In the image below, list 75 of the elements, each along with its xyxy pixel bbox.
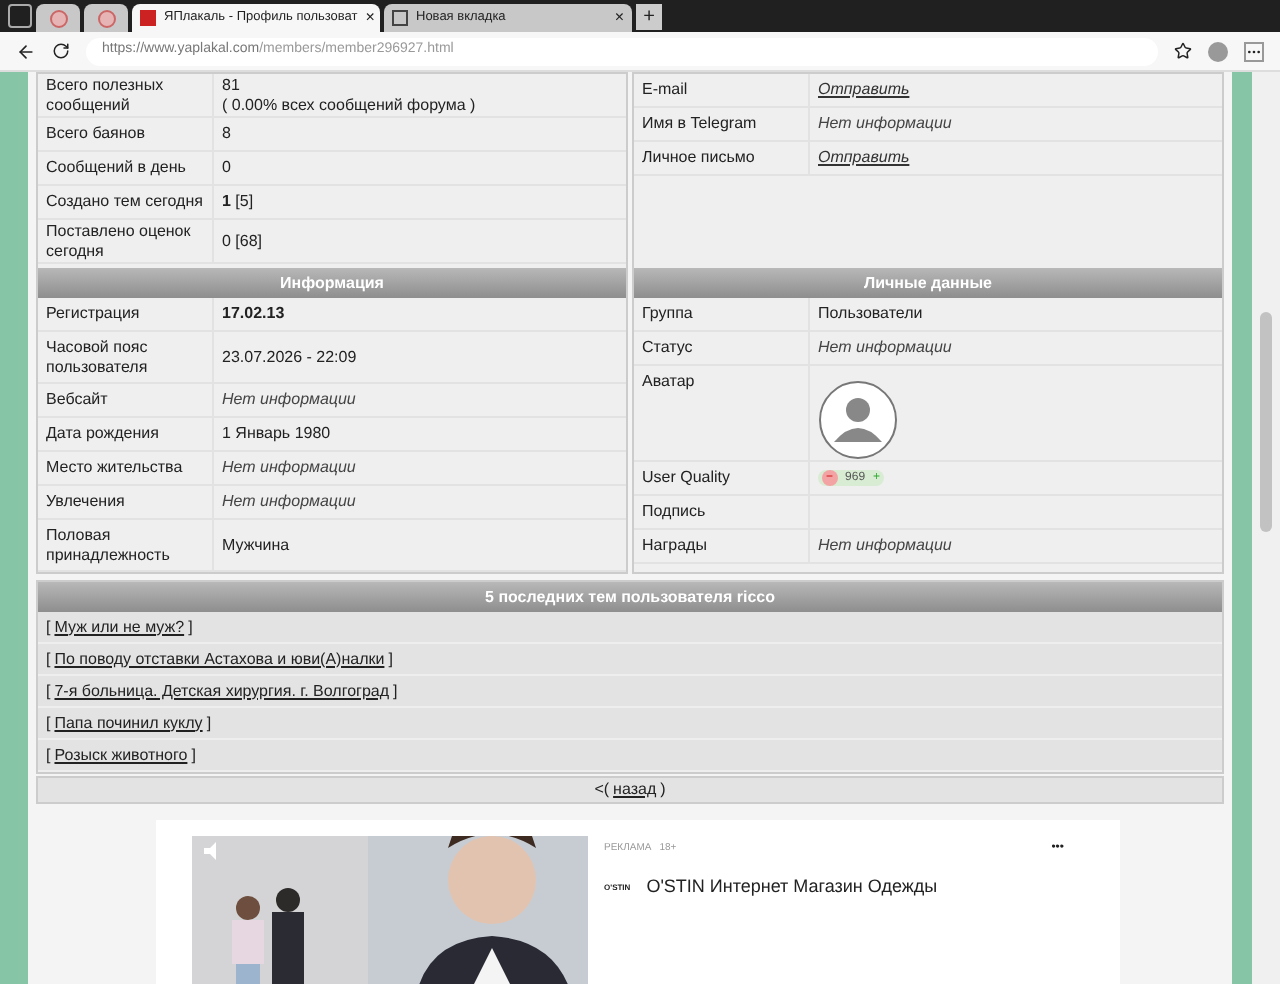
value-text: 1 Январь 1980	[222, 422, 331, 446]
field-label: Всего полезных сообщений	[46, 75, 166, 115]
send-link[interactable]: Отправить	[818, 78, 910, 102]
back-icon[interactable]	[16, 41, 36, 61]
field-label: Сообщений в день	[46, 158, 186, 178]
value-text: 8	[222, 124, 231, 144]
field-label: Вебсайт	[46, 390, 108, 410]
field-label: Часовой пояс пользователя	[46, 337, 150, 377]
bracket-text: [	[46, 711, 51, 735]
bracket-text: ]	[191, 743, 196, 767]
avatar-icon	[818, 380, 898, 460]
field-label: Аватар	[642, 372, 695, 392]
topic-link[interactable]: Папа починил куклу	[54, 711, 203, 735]
section-header: Информация	[38, 268, 626, 298]
topic-link[interactable]: Розыск животного	[54, 743, 188, 767]
close-icon[interactable]: ×	[365, 6, 375, 30]
tab-actions-icon[interactable]	[8, 4, 32, 28]
field-label: Статус	[642, 338, 693, 358]
section-header: 5 последних тем пользователя ricco	[38, 582, 1222, 612]
value-text: Нет информации	[222, 490, 356, 514]
profile-icon[interactable]	[1208, 41, 1228, 61]
bracket-text: ]	[206, 711, 212, 735]
field-label: Создано тем сегодня	[46, 192, 203, 212]
value-text: 1 [5]	[222, 192, 254, 212]
note-text: ( 0.00% всех сообщений форума )	[222, 95, 476, 115]
value-text: Мужчина	[222, 533, 290, 557]
bracket-text: )	[660, 778, 666, 802]
field-label: Группа	[642, 304, 693, 324]
tab-favicon-icon	[392, 10, 408, 26]
field-label: Увлечения	[46, 492, 125, 512]
tab-favicon-icon	[140, 10, 156, 26]
more-icon[interactable]	[1244, 41, 1264, 61]
ad-title[interactable]: O'STIN Интернет Магазин Одежды	[646, 874, 938, 901]
value-text: 23.07.2026 - 22:09	[222, 345, 357, 369]
field-label: Поставлено оценок сегодня	[46, 221, 193, 261]
favorites-icon[interactable]	[1174, 42, 1192, 60]
value-text: 17.02.13	[222, 302, 285, 326]
field-label: Личное письмо	[642, 148, 755, 168]
field-label: Награды	[642, 536, 707, 556]
bracket-text: [	[46, 615, 51, 639]
value-text: Нет информации	[818, 112, 952, 136]
bracket-text: ]	[393, 679, 398, 703]
field-label: E-mail	[642, 80, 688, 100]
value-text: Нет информации	[818, 534, 952, 558]
value-text: Пользователи	[818, 302, 923, 326]
bracket-text: <(	[594, 778, 610, 802]
send-link[interactable]: Отправить	[818, 146, 910, 170]
field-label: User Quality	[642, 468, 731, 488]
topic-link[interactable]: Муж или не муж?	[54, 615, 185, 639]
value-text: Нет информации	[222, 456, 356, 480]
pinned-tab[interactable]	[84, 4, 128, 32]
bracket-text: [	[46, 679, 51, 703]
value-text: 0	[222, 158, 231, 178]
field-label: Имя в Telegram	[642, 114, 757, 134]
field-label: Половая принадлежность	[46, 525, 172, 565]
field-label: Подпись	[642, 502, 706, 522]
field-label: Место жительства	[46, 458, 183, 478]
section-header: Личные данные	[634, 268, 1222, 298]
field-label: Дата рождения	[46, 424, 159, 444]
value-text: 0 [68]	[222, 231, 263, 251]
back-link[interactable]: назад	[613, 778, 657, 802]
reload-icon[interactable]	[52, 42, 70, 60]
bracket-text: [	[46, 647, 51, 671]
field-label: Регистрация	[46, 304, 140, 324]
close-icon[interactable]: ×	[614, 6, 624, 30]
bracket-text: [	[46, 743, 51, 767]
value-text: 81	[222, 75, 242, 95]
value-text: Нет информации	[818, 336, 952, 360]
topic-link[interactable]: 7-я больница. Детская хирургия. г. Волгоград	[54, 679, 390, 703]
topic-link[interactable]: По поводу отставки Астахова и юви(А)налки	[54, 647, 385, 671]
field-label: Всего баянов	[46, 124, 145, 144]
value-text: Нет информации	[222, 388, 356, 412]
bracket-text: ]	[188, 615, 193, 639]
new-tab-button[interactable]: +	[636, 4, 662, 30]
bracket-text: ]	[388, 647, 393, 671]
